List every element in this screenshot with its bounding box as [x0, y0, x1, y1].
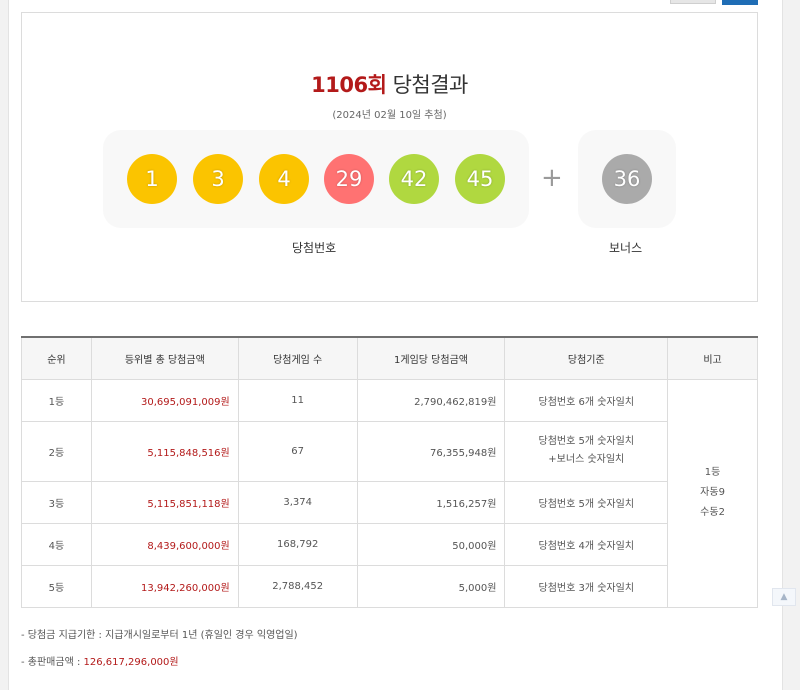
- remark-manual-count: 수동2: [700, 507, 725, 518]
- winner-count-cell: 67: [237, 420, 358, 482]
- draw-date: (2024년 02월 10일 추첨): [332, 110, 447, 121]
- total-prize-cell: 5,115,851,118원: [90, 480, 239, 524]
- per-game-prize-cell: 5,000원: [356, 564, 506, 608]
- per-game-prize-cell: 2,790,462,819원: [356, 378, 506, 422]
- bonus-number-panel: 36: [578, 130, 676, 228]
- ball-5: 42: [389, 154, 439, 204]
- ball-3: 4: [259, 154, 309, 204]
- winning-numbers-label: 당첨번호: [292, 241, 337, 255]
- rank-cell: 1등: [21, 378, 92, 422]
- rule-line: 당첨번호 5개 숫자일치: [538, 436, 635, 447]
- col-header-remark: 비고: [667, 336, 758, 380]
- rank-cell: 3등: [21, 480, 92, 524]
- rule-cell: 당첨번호 4개 숫자일치: [504, 522, 669, 566]
- total-sales-note: - 총판매금액 : 126,617,296,000원: [21, 653, 298, 668]
- plus-icon: +: [541, 163, 563, 193]
- table-header-row: 순위 등위별 총 당첨금액 당첨게임 수 1게임당 당첨금액 당첨기준 비고: [21, 336, 758, 380]
- winner-count-cell: 3,374: [237, 480, 358, 524]
- bonus-label: 보너스: [609, 241, 643, 255]
- winner-count-cell: 2,788,452: [237, 564, 358, 608]
- per-game-prize-cell: 1,516,257원: [356, 480, 506, 524]
- table-row: 1등 30,695,091,009원 11 2,790,462,819원 당첨번…: [21, 378, 758, 608]
- rule-cell: 당첨번호 5개 숫자일치: [504, 480, 669, 524]
- prize-table: 순위 등위별 총 당첨금액 당첨게임 수 1게임당 당첨금액 당첨기준 비고 1…: [21, 336, 758, 608]
- winning-numbers-panel: 1 3 4 29 42 45: [103, 130, 529, 228]
- remark-auto-count: 자동9: [700, 487, 725, 498]
- ball-4: 29: [324, 154, 374, 204]
- per-game-prize-cell: 50,000원: [356, 522, 506, 566]
- remark-cell: 1등 자동9 수동2: [667, 378, 758, 608]
- remark-first-prize: 1등: [704, 467, 721, 478]
- table-row: 5등 13,942,260,000원 2,788,452 5,000원 당첨번호…: [21, 564, 758, 608]
- total-prize-cell: 5,115,848,516원: [90, 420, 239, 482]
- payment-deadline-note: - 당첨금 지급기한 : 지급개시일로부터 1년 (휴일인 경우 익영업일): [21, 630, 298, 641]
- top-button-primary[interactable]: [722, 0, 758, 5]
- table-row: 3등 5,115,851,118원 3,374 1,516,257원 당첨번호 …: [21, 480, 758, 524]
- table-row: 2등 5,115,848,516원 67 76,355,948원 당첨번호 5개…: [21, 420, 758, 482]
- rule-cell: 당첨번호 5개 숫자일치 +보너스 숫자일치: [504, 420, 669, 482]
- total-prize-cell: 8,439,600,000원: [90, 522, 239, 566]
- col-header-games: 당첨게임 수: [237, 336, 358, 380]
- rule-cell: 당첨번호 3개 숫자일치: [504, 564, 669, 608]
- winner-count-cell: 11: [237, 378, 358, 422]
- rank-cell: 4등: [21, 522, 92, 566]
- total-sales-value: 126,617,296,000원: [83, 657, 179, 668]
- col-header-total: 등위별 총 당첨금액: [90, 336, 239, 380]
- total-prize-cell: 30,695,091,009원: [90, 378, 239, 422]
- winner-count-cell: 168,792: [237, 522, 358, 566]
- scroll-top-icon[interactable]: ▲: [772, 588, 796, 606]
- col-header-rank: 순위: [21, 336, 92, 380]
- rank-cell: 2등: [21, 420, 92, 482]
- total-prize-cell: 13,942,260,000원: [90, 564, 239, 608]
- ball-2: 3: [193, 154, 243, 204]
- rule-line-bonus: +보너스 숫자일치: [548, 454, 625, 465]
- total-sales-label: - 총판매금액 :: [21, 657, 84, 668]
- col-header-rule: 당첨기준: [504, 336, 669, 380]
- round-number: 1106회: [311, 73, 387, 97]
- title-text: 당첨결과: [392, 73, 469, 97]
- page-title: 1106회 당첨결과: [22, 69, 757, 99]
- notes: - 당첨금 지급기한 : 지급개시일로부터 1년 (휴일인 경우 익영업일) -…: [21, 626, 298, 680]
- col-header-per-game: 1게임당 당첨금액: [356, 336, 506, 380]
- ball-6: 45: [455, 154, 505, 204]
- rule-cell: 당첨번호 6개 숫자일치: [504, 378, 669, 422]
- per-game-prize-cell: 76,355,948원: [356, 420, 506, 482]
- rank-cell: 5등: [21, 564, 92, 608]
- table-row: 4등 8,439,600,000원 168,792 50,000원 당첨번호 4…: [21, 522, 758, 566]
- top-button[interactable]: [670, 0, 716, 4]
- bonus-ball: 36: [602, 154, 652, 204]
- ball-1: 1: [127, 154, 177, 204]
